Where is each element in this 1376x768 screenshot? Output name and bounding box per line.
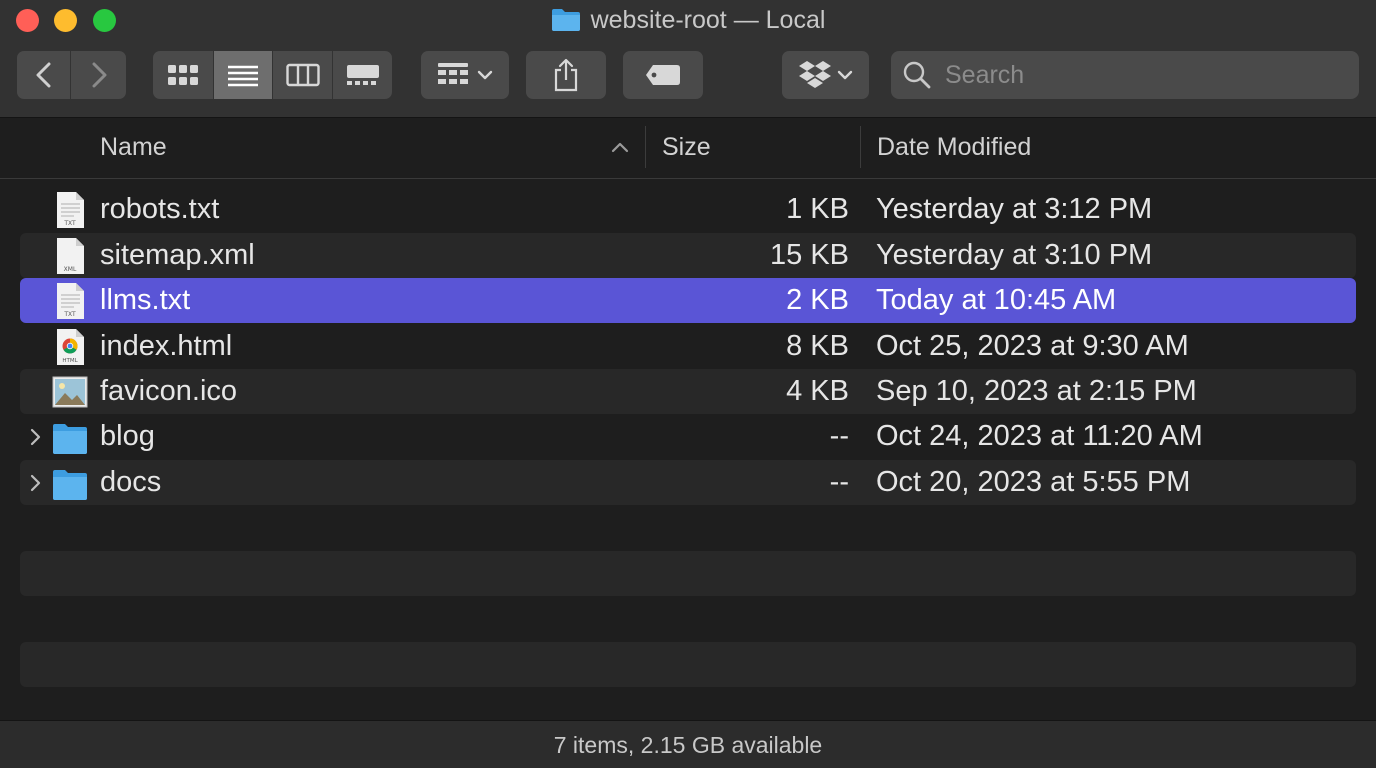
list-icon: [228, 65, 258, 87]
window-title: website-root — Local: [0, 4, 1376, 36]
file-name: index.html: [100, 330, 233, 362]
file-size: --: [829, 466, 849, 498]
file-row[interactable]: favicon.ico 4 KB Sep 10, 2023 at 2:15 PM: [20, 369, 1356, 414]
grid-icon: [168, 65, 198, 85]
list-view-button[interactable]: [214, 51, 273, 99]
xml-file-icon: XML: [57, 238, 84, 274]
file-name: robots.txt: [100, 193, 220, 225]
sort-ascending-icon: [611, 142, 629, 153]
group-by-button[interactable]: [421, 51, 509, 99]
file-date: Yesterday at 3:12 PM: [876, 193, 1153, 225]
file-name: favicon.ico: [100, 375, 238, 407]
column-header: Name Size Date Modified: [0, 118, 1376, 179]
file-row[interactable]: TXT robots.txt 1 KB Yesterday at 3:12 PM: [20, 187, 1356, 232]
file-row-selected[interactable]: TXT llms.txt 2 KB Today at 10:45 AM: [20, 278, 1356, 323]
svg-text:TXT: TXT: [63, 220, 76, 227]
file-size: 4 KB: [786, 375, 849, 407]
file-row[interactable]: HTML index.html 8 KB Oct 25, 2023 at 9:3…: [20, 324, 1356, 369]
chevron-right-icon: [92, 62, 106, 88]
file-row[interactable]: XML sitemap.xml 15 KB Yesterday at 3:10 …: [20, 233, 1356, 278]
empty-row-stripe: [20, 642, 1356, 687]
file-name: blog: [100, 420, 155, 452]
html-file-icon: HTML: [57, 329, 84, 365]
finder-window: website-root — Local Search Name Size Da…: [0, 0, 1376, 768]
columns-icon: [285, 63, 320, 87]
search-field[interactable]: [891, 51, 1359, 99]
tag-button[interactable]: [623, 51, 703, 99]
folder-icon: [551, 9, 580, 31]
svg-text:HTML: HTML: [62, 358, 78, 364]
share-button[interactable]: [526, 51, 606, 99]
search-icon: [903, 61, 931, 89]
window-title-text: website-root — Local: [590, 6, 826, 34]
file-date: Oct 25, 2023 at 9:30 AM: [876, 330, 1189, 362]
file-date: Oct 20, 2023 at 5:55 PM: [876, 466, 1191, 498]
file-name: llms.txt: [100, 284, 191, 316]
search-input[interactable]: [943, 59, 1347, 91]
text-file-icon: TXT: [57, 192, 84, 228]
empty-row-stripe: [20, 551, 1356, 596]
folder-row[interactable]: docs -- Oct 20, 2023 at 5:55 PM: [20, 460, 1356, 505]
column-view-button[interactable]: [273, 51, 333, 99]
folder-icon: [53, 470, 87, 500]
svg-text:TXT: TXT: [63, 311, 76, 318]
file-date: Today at 10:45 AM: [876, 284, 1117, 316]
file-size: 1 KB: [786, 193, 849, 225]
gallery-view-button[interactable]: [333, 51, 392, 99]
folder-icon: [53, 424, 87, 454]
svg-text:XML: XML: [64, 266, 77, 273]
back-button[interactable]: [17, 51, 71, 99]
gallery-icon: [346, 65, 379, 85]
column-name-header[interactable]: Name: [100, 118, 167, 178]
column-date-header[interactable]: Date Modified: [877, 118, 1031, 178]
tag-icon: [646, 65, 680, 85]
dropbox-button[interactable]: [782, 51, 869, 99]
chevron-down-icon: [837, 70, 852, 80]
view-mode-control: [153, 51, 392, 99]
group-grid-icon: [438, 63, 468, 84]
status-bar: 7 items, 2.15 GB available: [0, 720, 1376, 768]
share-icon: [554, 58, 578, 92]
dropbox-icon: [798, 61, 831, 88]
file-name: docs: [100, 466, 162, 498]
column-divider[interactable]: [645, 126, 646, 168]
file-size: 15 KB: [770, 239, 849, 271]
chevron-left-icon: [36, 62, 50, 88]
column-divider[interactable]: [860, 126, 861, 168]
toolbar: website-root — Local: [0, 0, 1376, 118]
column-size-header[interactable]: Size: [662, 118, 711, 178]
text-file-icon: TXT: [57, 283, 84, 319]
disclosure-triangle-icon[interactable]: [28, 427, 44, 447]
folder-row[interactable]: blog -- Oct 24, 2023 at 11:20 AM: [20, 414, 1356, 459]
disclosure-triangle-icon[interactable]: [28, 473, 44, 493]
file-size: 8 KB: [786, 330, 849, 362]
file-name: sitemap.xml: [100, 239, 255, 271]
file-date: Sep 10, 2023 at 2:15 PM: [876, 375, 1197, 407]
file-size: 2 KB: [786, 284, 849, 316]
chevron-down-icon: [477, 70, 493, 80]
image-file-icon: [52, 376, 88, 408]
file-date: Oct 24, 2023 at 11:20 AM: [876, 420, 1203, 452]
forward-button[interactable]: [71, 51, 126, 99]
file-size: --: [829, 420, 849, 452]
icon-view-button[interactable]: [153, 51, 214, 99]
back-forward-group: [17, 51, 126, 99]
file-date: Yesterday at 3:10 PM: [876, 239, 1153, 271]
